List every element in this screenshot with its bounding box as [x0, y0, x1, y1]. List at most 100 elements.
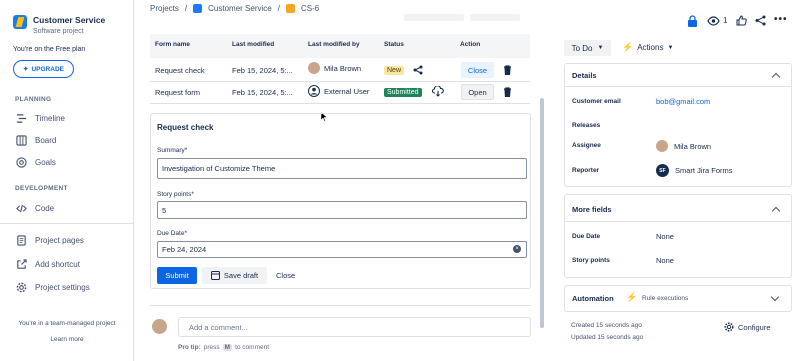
upgrade-button[interactable]: ✦ UPGRADE [13, 60, 74, 78]
code-icon [16, 204, 27, 213]
releases-label: Releases [572, 122, 601, 129]
status-label: To Do [571, 43, 593, 53]
development-header: DEVELOPMENT [15, 185, 68, 192]
actions-label: Actions [637, 43, 664, 52]
trash-icon[interactable] [503, 65, 512, 75]
table-row-form-name[interactable]: Request form [155, 88, 200, 97]
board-icon [16, 135, 27, 146]
page-icon [17, 235, 26, 246]
sidebar-item-label: Board [35, 136, 57, 145]
due-date-label: Due Date [572, 233, 601, 240]
watch-count: 1 [723, 16, 728, 25]
pro-tip-label: Pro tip: [178, 344, 201, 351]
thumbs-up-icon[interactable] [736, 15, 747, 26]
more-fields-header[interactable]: More fields [572, 205, 612, 214]
due-date-label: Due Date* [157, 230, 187, 237]
details-header[interactable]: Details [572, 71, 597, 80]
divider [150, 305, 531, 306]
sidebar-item-project-settings[interactable]: Project settings [16, 282, 90, 293]
status-dropdown[interactable]: To Do ▼ [564, 40, 611, 56]
open-form-button[interactable]: Open [461, 84, 494, 100]
breadcrumb: Projects / Customer Service / CS-6 [150, 4, 319, 13]
close-button[interactable]: Close [276, 271, 295, 280]
sidebar: Customer Service Software project You're… [0, 0, 134, 361]
breadcrumb-issue[interactable]: CS-6 [301, 4, 319, 13]
breadcrumb-separator: / [184, 4, 188, 13]
breadcrumb-projects[interactable]: Projects [150, 4, 179, 13]
save-draft-button[interactable]: Save draft [202, 267, 267, 284]
reporter-name: Smart Jira Forms [675, 166, 733, 175]
pro-tip: Pro tip: press M to comment [178, 344, 269, 351]
breadcrumb-project[interactable]: Customer Service [208, 4, 272, 13]
row-divider [150, 103, 530, 104]
sidebar-item-code[interactable]: Code [16, 203, 54, 214]
due-date-value[interactable]: None [656, 232, 674, 241]
sidebar-item-label: Project pages [35, 236, 84, 245]
project-name[interactable]: Customer Service [33, 15, 105, 25]
story-points-value[interactable]: None [656, 256, 674, 265]
sparkle-icon: ✦ [23, 66, 29, 73]
chevron-up-icon[interactable] [771, 72, 781, 82]
assignee-value[interactable]: Mila Brown [656, 140, 711, 152]
toolbar-button[interactable] [404, 14, 464, 21]
close-form-button[interactable]: Close [461, 62, 494, 78]
summary-label: Summary* [157, 147, 188, 154]
summary-field[interactable]: Investigation of Customize Theme [157, 158, 527, 179]
sidebar-item-label: Timeline [35, 114, 65, 123]
timeline-icon [16, 114, 27, 123]
lock-icon[interactable] [687, 15, 698, 27]
due-date-value: Feb 24, 2024 [162, 245, 207, 254]
project-avatar-icon[interactable] [13, 15, 27, 29]
add-shortcut-icon [17, 259, 27, 269]
actions-dropdown[interactable]: ⚡ Actions ▼ [622, 42, 673, 53]
table-row-form-name[interactable]: Request check [155, 66, 205, 75]
table-row-modified: Feb 15, 2024, 5:... [232, 66, 293, 75]
configure-label: Configure [738, 322, 771, 332]
toolbar-button[interactable] [470, 14, 520, 21]
customer-email-value[interactable]: bob@gmail.com [656, 97, 710, 106]
chevron-up-icon[interactable] [771, 206, 781, 216]
clear-icon[interactable]: × [513, 245, 521, 253]
status-badge-submitted: Submitted [384, 88, 422, 97]
sidebar-item-project-pages[interactable]: Project pages [16, 235, 84, 246]
sidebar-item-board[interactable]: Board [16, 135, 56, 146]
sidebar-item-add-shortcut[interactable]: Add shortcut [16, 259, 80, 270]
learn-more-link[interactable]: Learn more [0, 336, 134, 343]
lightning-icon: ⚡ [626, 292, 638, 302]
automation-panel[interactable]: Automation ⚡ Rule executions [564, 285, 792, 312]
scrollbar[interactable] [540, 98, 544, 328]
issue-details-panel: 1 ••• To Do ▼ ⚡ Actions ▼ Details Custom… [556, 0, 800, 361]
cloud-download-icon[interactable] [432, 86, 444, 97]
story-points-label: Story points [572, 257, 610, 264]
project-type: Software project [33, 28, 84, 35]
chevron-down-icon: ▼ [667, 44, 674, 51]
divider [565, 221, 791, 222]
configure-button[interactable]: Configure [724, 322, 771, 332]
reporter-label: Reporter [572, 167, 600, 174]
row-divider [150, 81, 530, 82]
divider [565, 86, 791, 87]
trash-icon[interactable] [503, 87, 512, 97]
user-icon [308, 85, 320, 97]
share-icon[interactable] [755, 15, 766, 26]
eye-icon[interactable] [707, 16, 720, 26]
rule-executions: Rule executions [642, 295, 689, 302]
sidebar-item-timeline[interactable]: Timeline [16, 113, 65, 124]
comment-input[interactable]: Add a comment... [178, 317, 531, 337]
automation-header: Automation [572, 294, 614, 303]
col-status: Status [384, 41, 404, 48]
table-row-modified-by: External User [308, 85, 369, 97]
due-date-field[interactable]: Feb 24, 2024 × [157, 241, 527, 258]
form-card: Request check Summary* Investigation of … [150, 113, 531, 289]
sidebar-item-goals[interactable]: Goals [16, 157, 56, 168]
team-managed-text: You're in a team-managed project [18, 320, 116, 327]
pro-tip-text: press [203, 344, 220, 351]
gear-icon [724, 322, 734, 332]
share-icon[interactable] [413, 65, 423, 75]
customer-email-label: Customer email [572, 98, 621, 105]
submit-button[interactable]: Submit [157, 267, 197, 284]
more-options-icon[interactable]: ••• [774, 14, 788, 25]
status-badge-new: New [384, 66, 405, 75]
story-points-field[interactable]: 5 [157, 201, 527, 219]
reporter-value[interactable]: SF Smart Jira Forms [656, 164, 733, 177]
